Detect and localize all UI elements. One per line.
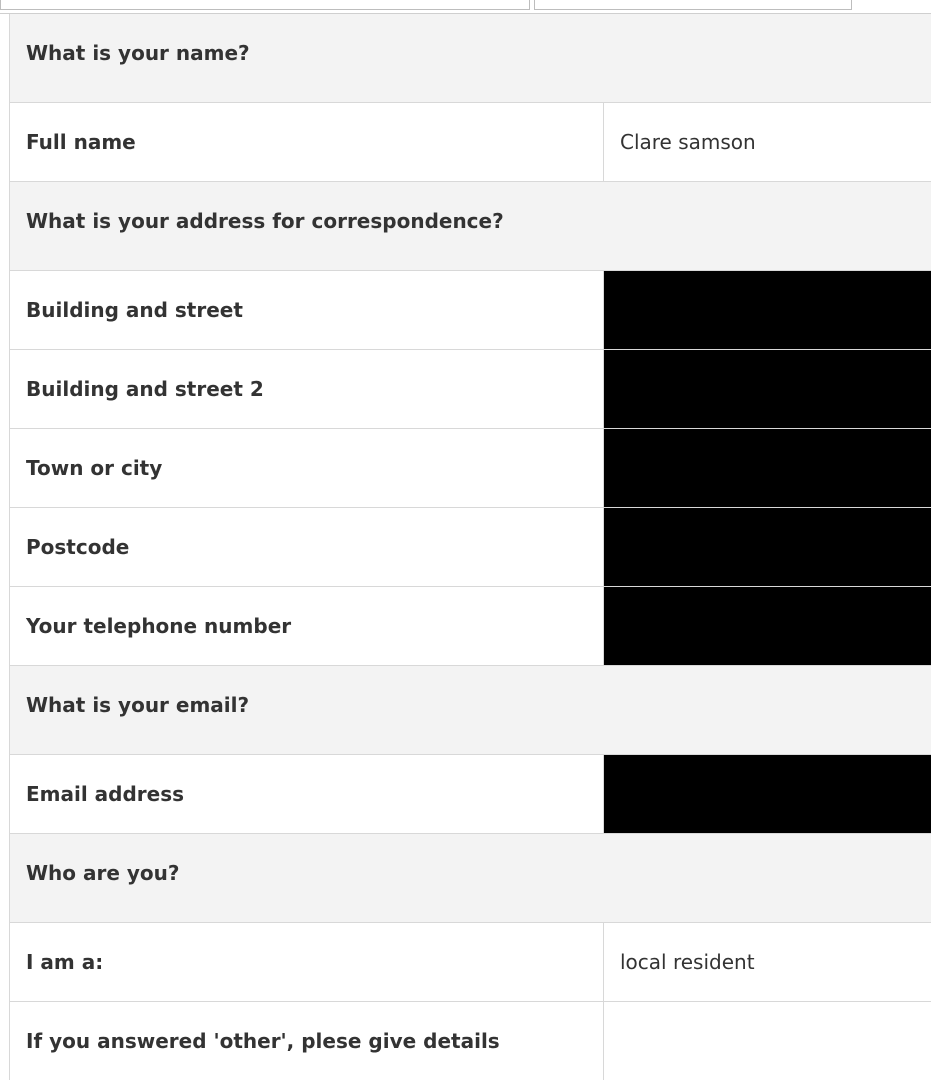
row-town-city: Town or city xyxy=(10,429,931,508)
row-building-street: Building and street xyxy=(10,271,931,350)
town-city-label: Town or city xyxy=(10,429,604,508)
town-city-value-redacted xyxy=(604,429,931,508)
row-telephone: Your telephone number xyxy=(10,587,931,666)
previous-table-cell xyxy=(0,0,530,10)
row-full-name: Full name Clare samson xyxy=(10,103,931,182)
telephone-value-redacted xyxy=(604,587,931,666)
email-address-label: Email address xyxy=(10,755,604,834)
section-heading-who: Who are you? xyxy=(10,834,931,923)
building-street-2-label: Building and street 2 xyxy=(10,350,604,429)
section-heading-address: What is your address for correspondence? xyxy=(10,182,931,271)
postcode-value-redacted xyxy=(604,508,931,587)
other-details-label: If you answered 'other', plese give deta… xyxy=(10,1002,604,1080)
full-name-value: Clare samson xyxy=(604,103,931,182)
building-street-value-redacted xyxy=(604,271,931,350)
row-postcode: Postcode xyxy=(10,508,931,587)
email-address-value-redacted xyxy=(604,755,931,834)
postcode-label: Postcode xyxy=(10,508,604,587)
previous-table-cell xyxy=(534,0,852,10)
building-street-label: Building and street xyxy=(10,271,604,350)
other-details-value xyxy=(604,1002,931,1080)
row-i-am-a: I am a: local resident xyxy=(10,923,931,1002)
row-building-street-2: Building and street 2 xyxy=(10,350,931,429)
i-am-a-value: local resident xyxy=(604,923,931,1002)
i-am-a-label: I am a: xyxy=(10,923,604,1002)
section-email: What is your email? xyxy=(10,666,931,755)
section-address: What is your address for correspondence? xyxy=(10,182,931,271)
row-other-details: If you answered 'other', plese give deta… xyxy=(10,1002,931,1080)
building-street-2-value-redacted xyxy=(604,350,931,429)
full-name-label: Full name xyxy=(10,103,604,182)
section-name: What is your name? xyxy=(10,14,931,103)
section-heading-name: What is your name? xyxy=(10,14,931,103)
section-who: Who are you? xyxy=(10,834,931,923)
submission-details-table: What is your name? Full name Clare samso… xyxy=(9,14,931,1080)
section-heading-email: What is your email? xyxy=(10,666,931,755)
row-email-address: Email address xyxy=(10,755,931,834)
telephone-label: Your telephone number xyxy=(10,587,604,666)
